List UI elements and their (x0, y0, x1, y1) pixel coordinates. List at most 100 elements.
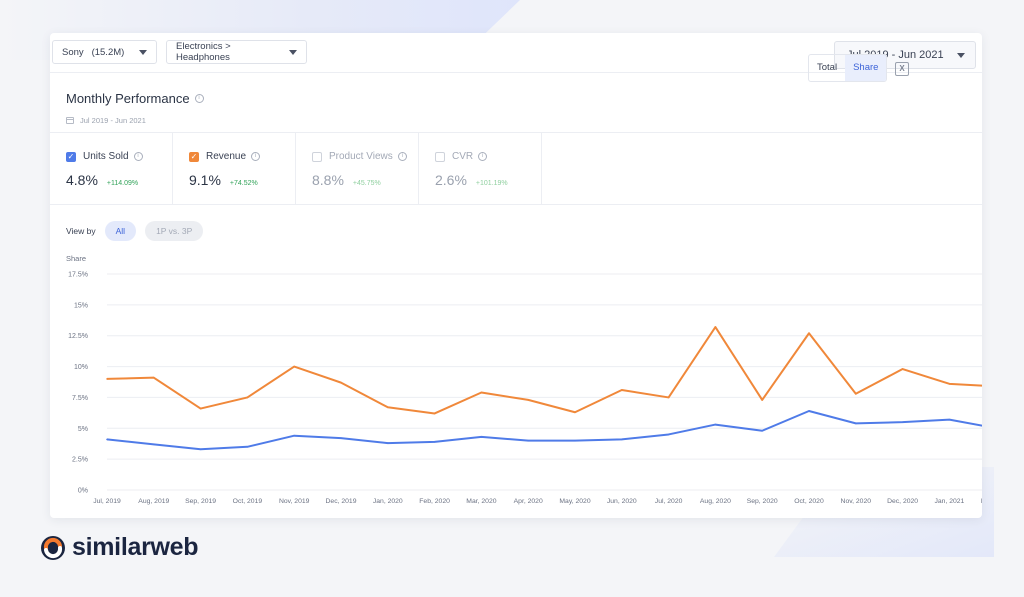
data-point (761, 429, 763, 432)
x-tick-label: Sep, 2020 (747, 498, 778, 505)
similarweb-logo-mark-icon (41, 535, 65, 560)
data-point (480, 391, 483, 394)
metric-cvr[interactable]: CVR i 2.6% +101.19% (419, 133, 542, 204)
metric-label: Units Sold (83, 151, 129, 162)
x-tick-label: Mar, 2020 (466, 498, 496, 505)
info-icon[interactable]: i (478, 152, 488, 161)
info-icon[interactable]: i (194, 94, 204, 103)
metric-product-views[interactable]: Product Views i 8.8% +45.75% (296, 133, 419, 204)
data-point (527, 439, 529, 442)
toggle-share-button[interactable]: Share (845, 55, 887, 81)
panel-header: Monthly Performance i Jul 2019 - Jun 202… (50, 73, 982, 133)
x-tick-label: Jul, 2020 (655, 498, 683, 505)
data-point (621, 438, 623, 441)
brand-dropdown-label: Sony (15.2M) (62, 46, 125, 58)
x-tick-label: Jun, 2020 (607, 498, 637, 505)
data-point (340, 437, 342, 439)
x-tick-label: Jan, 2021 (934, 498, 964, 505)
y-axis-title: Share (66, 254, 86, 263)
similarweb-logo-text: similarweb (72, 533, 199, 561)
data-point (667, 433, 670, 436)
data-point (433, 412, 436, 415)
chevron-down-icon (289, 49, 297, 55)
toggle-total-button[interactable]: Total (809, 55, 845, 81)
total-share-toggle: Total Share (808, 54, 888, 82)
data-point (808, 410, 810, 412)
x-tick-label: Jul, 2019 (93, 498, 121, 505)
metric-value: 8.8% (312, 172, 344, 188)
metric-value: 2.6% (435, 172, 467, 188)
y-tick-label: 0% (78, 488, 88, 495)
checkbox-unchecked-icon[interactable] (312, 151, 322, 162)
similarweb-logo: similarweb (40, 533, 199, 562)
data-point (574, 439, 576, 442)
chevron-down-icon (139, 49, 147, 55)
data-point (948, 383, 951, 385)
checkbox-unchecked-icon[interactable] (435, 151, 445, 162)
data-point (153, 443, 155, 446)
metric-change: +114.09% (106, 180, 139, 187)
data-point (855, 422, 857, 425)
data-point (480, 436, 483, 438)
data-point (340, 381, 342, 384)
data-point (761, 399, 763, 401)
excel-export-icon[interactable]: X (895, 62, 909, 76)
data-point (808, 332, 810, 335)
info-icon[interactable]: i (133, 152, 143, 161)
view-by-label: View by (66, 226, 96, 236)
metric-revenue[interactable]: ✓ Revenue i 9.1% +74.52% (173, 133, 296, 204)
info-icon[interactable]: i (397, 152, 407, 161)
data-point (106, 438, 108, 441)
data-point (387, 406, 389, 409)
metric-value: 9.1% (189, 172, 221, 188)
metric-change: +45.75% (352, 180, 381, 187)
x-tick-label: Oct, 2019 (233, 498, 263, 505)
page-title: Monthly Performance i (66, 91, 204, 106)
x-tick-label: Feb, 2021 (981, 498, 982, 505)
data-point (246, 396, 249, 399)
y-tick-label: 7.5% (72, 395, 88, 402)
metric-label: CVR (452, 151, 474, 162)
calendar-icon (66, 117, 74, 124)
data-point (855, 392, 857, 395)
x-tick-label: Dec, 2019 (326, 498, 357, 505)
metric-label: Product Views (329, 151, 393, 162)
data-point (901, 421, 904, 423)
view-by-all-button[interactable]: All (104, 221, 137, 241)
data-point (106, 378, 108, 380)
data-point (574, 411, 576, 414)
view-by-1p-3p-button[interactable]: 1P vs. 3P (145, 221, 204, 241)
data-point (621, 389, 623, 391)
metric-change: +74.52% (229, 180, 258, 187)
x-tick-label: May, 2020 (559, 498, 590, 505)
data-point (293, 365, 295, 368)
data-point (199, 448, 202, 451)
data-point (433, 441, 436, 443)
data-point (293, 434, 295, 437)
panel-date: Jul 2019 - Jun 2021 (66, 116, 146, 125)
x-tick-label: Nov, 2020 (841, 498, 872, 505)
series-line-units-sold (106, 410, 982, 451)
checkbox-checked-icon[interactable]: ✓ (66, 151, 76, 162)
checkbox-checked-icon[interactable]: ✓ (189, 151, 199, 162)
data-point (714, 423, 717, 426)
x-tick-label: Apr, 2020 (514, 498, 543, 505)
category-dropdown[interactable]: Electronics > Headphones (166, 40, 307, 64)
panel-date-text: Jul 2019 - Jun 2021 (80, 116, 146, 125)
data-point (199, 407, 202, 410)
data-point (714, 326, 717, 328)
y-tick-label: 5% (78, 426, 88, 433)
metric-value: 4.8% (66, 172, 98, 188)
share-line-chart: Share 0% 2.5% 5% 7.5% 10% 12.5% 15% 17.5% Jul, 20… (66, 254, 982, 505)
x-tick-label: Aug, 2019 (138, 498, 169, 505)
data-point (153, 376, 155, 379)
metrics-row: ✓ Units Sold i 4.8% +114.09% ✓ Revenue i 9.1%… (50, 133, 982, 205)
chevron-down-icon (957, 52, 965, 58)
metric-units-sold[interactable]: ✓ Units Sold i 4.8% +114.09% (50, 133, 173, 204)
x-tick-label: Feb, 2020 (419, 498, 450, 505)
data-point (527, 399, 529, 401)
info-icon[interactable]: i (251, 152, 261, 161)
series-line-revenue (106, 326, 982, 415)
data-point (901, 368, 904, 370)
brand-dropdown[interactable]: Sony (15.2M) (52, 40, 157, 64)
